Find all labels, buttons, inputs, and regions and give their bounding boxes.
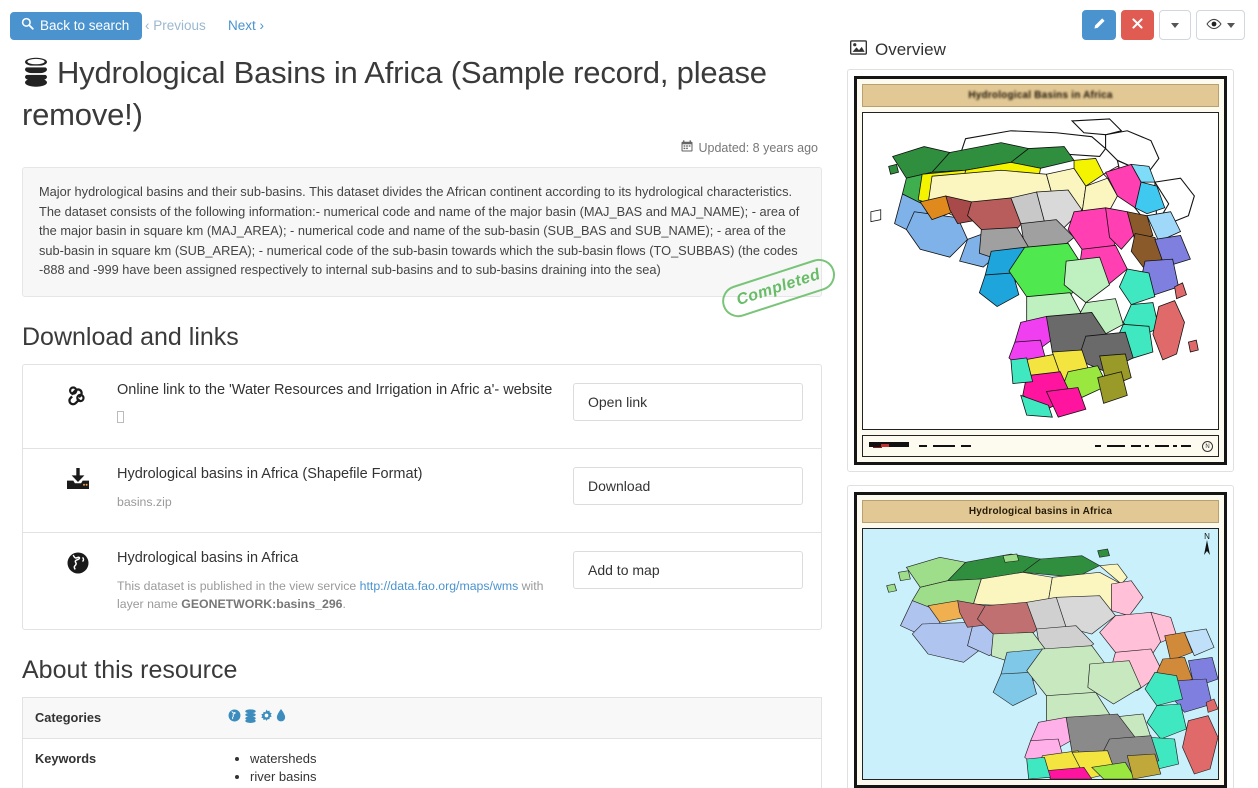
wms-layer-name: GEONETWORK:basins_296 (181, 596, 343, 611)
about-table: Categories Keywords • watersheds • river… (22, 696, 822, 788)
list-item: river basins (250, 768, 811, 786)
download-button[interactable]: Download (573, 466, 803, 505)
download-row: Hydrological basins in Africa This datas… (23, 533, 821, 629)
africa-basins-map (886, 548, 1218, 779)
download-row-subtitle: basins.zip (117, 494, 172, 509)
keyword-list: watersheds river basins water resources … (228, 750, 811, 788)
layers-icon[interactable] (244, 708, 257, 726)
download-row-action: Download (573, 465, 803, 505)
download-and-links-heading: Download and links (22, 322, 239, 351)
map-canvas (862, 112, 1219, 430)
download-row-action: Add to map (573, 549, 803, 589)
edit-button[interactable] (1082, 10, 1116, 40)
times-icon (1131, 17, 1144, 33)
pencil-icon (1092, 17, 1106, 34)
table-row: Categories (23, 696, 821, 738)
list-item: watersheds (250, 750, 811, 768)
link-icon (39, 381, 117, 409)
download-row-body: Online link to the 'Water Resources and … (117, 381, 573, 427)
missing-glyph-box (117, 410, 124, 423)
category-icon-list (228, 708, 811, 726)
search-icon (21, 13, 34, 39)
water-drop-icon[interactable] (276, 709, 286, 725)
abstract-text: Major hydrological basins and their sub-… (39, 184, 800, 277)
next-link[interactable]: Next › (228, 18, 264, 33)
open-link-button[interactable]: Open link (573, 382, 803, 421)
back-to-search-button[interactable]: Back to search (10, 12, 143, 40)
record-main-column: Hydrological Basins in Africa (Sample re… (0, 48, 840, 788)
image-icon (850, 40, 867, 60)
more-actions-dropdown[interactable] (1159, 10, 1191, 40)
map-frame: Hydrological basins in Africa N (854, 492, 1227, 788)
categories-label: Categories (35, 709, 102, 725)
updated-info: Updated: 8 years ago (22, 140, 822, 155)
previous-link[interactable]: ‹ Previous (145, 18, 206, 33)
back-to-search-label: Back to search (40, 18, 130, 33)
map-legend: N (862, 435, 1219, 457)
add-to-map-button[interactable]: Add to map (573, 550, 803, 589)
wms-service-link[interactable]: http://data.fao.org/maps/wms (360, 579, 519, 593)
record-actions (1082, 10, 1245, 40)
calendar-icon (681, 140, 693, 155)
eye-icon (1206, 18, 1222, 33)
download-row-body: Hydrological basins in Africa This datas… (117, 549, 573, 613)
overview-heading: Overview (875, 40, 946, 59)
page-title: Hydrological Basins in Africa (Sample re… (22, 54, 822, 134)
gear-icon[interactable] (260, 709, 273, 725)
download-row-title: Hydrological basins in Africa (Shapefile… (117, 465, 423, 482)
overview-thumbnail-1[interactable]: Hydrological Basins in Africa N (847, 69, 1234, 472)
globe-icon (39, 549, 117, 575)
updated-text: Updated: 8 years ago (698, 140, 818, 155)
categories-value (228, 698, 821, 738)
download-row-title: Online link to the 'Water Resources and … (117, 381, 553, 398)
wms-text-pre: This dataset is published in the view se… (117, 578, 360, 593)
record-page: Back to search ‹ Previous Next › Hydrolo… (0, 0, 1258, 788)
keywords-value: watersheds river basins water resources … (228, 739, 821, 788)
download-inbox-icon (39, 465, 117, 491)
download-row: Hydrological basins in Africa (Shapefile… (23, 449, 821, 533)
download-row-body: Hydrological basins in Africa (Shapefile… (117, 465, 573, 511)
table-row: Keywords watersheds river basins water r… (23, 737, 821, 788)
download-row-title: Hydrological basins in Africa (117, 549, 299, 566)
caret-down-icon (1171, 22, 1179, 28)
map-title: Hydrological Basins in Africa (862, 84, 1219, 107)
map-frame: Hydrological Basins in Africa N (854, 76, 1227, 465)
map-compass-icon: N (1202, 441, 1213, 452)
map-canvas: N (862, 528, 1219, 780)
delete-button[interactable] (1121, 10, 1154, 40)
africa-basins-map (870, 118, 1199, 418)
download-row: Online link to the 'Water Resources and … (23, 365, 821, 449)
keywords-label: Keywords (35, 750, 97, 766)
wms-text-post: . (342, 596, 346, 611)
download-row-action: Open link (573, 381, 803, 421)
caret-down-icon (1227, 22, 1235, 28)
abstract-box: Major hydrological basins and their sub-… (22, 167, 839, 321)
view-mode-dropdown[interactable] (1196, 10, 1245, 40)
database-icon (22, 57, 50, 96)
overview-header: Overview (847, 40, 1247, 60)
page-title-text: Hydrological Basins in Africa (Sample re… (22, 55, 767, 132)
download-row-subtitle: This dataset is published in the view se… (117, 577, 555, 613)
overview-column: Overview Hydrological Basins in Africa N… (847, 40, 1247, 788)
download-links-table: Online link to the 'Water Resources and … (22, 363, 822, 630)
about-this-resource-heading: About this resource (22, 655, 238, 684)
globe-icon[interactable] (228, 709, 241, 725)
download-row-subtitle (117, 409, 555, 427)
map-title: Hydrological basins in Africa (862, 500, 1219, 523)
overview-thumbnail-2[interactable]: Hydrological basins in Africa N (847, 485, 1234, 788)
